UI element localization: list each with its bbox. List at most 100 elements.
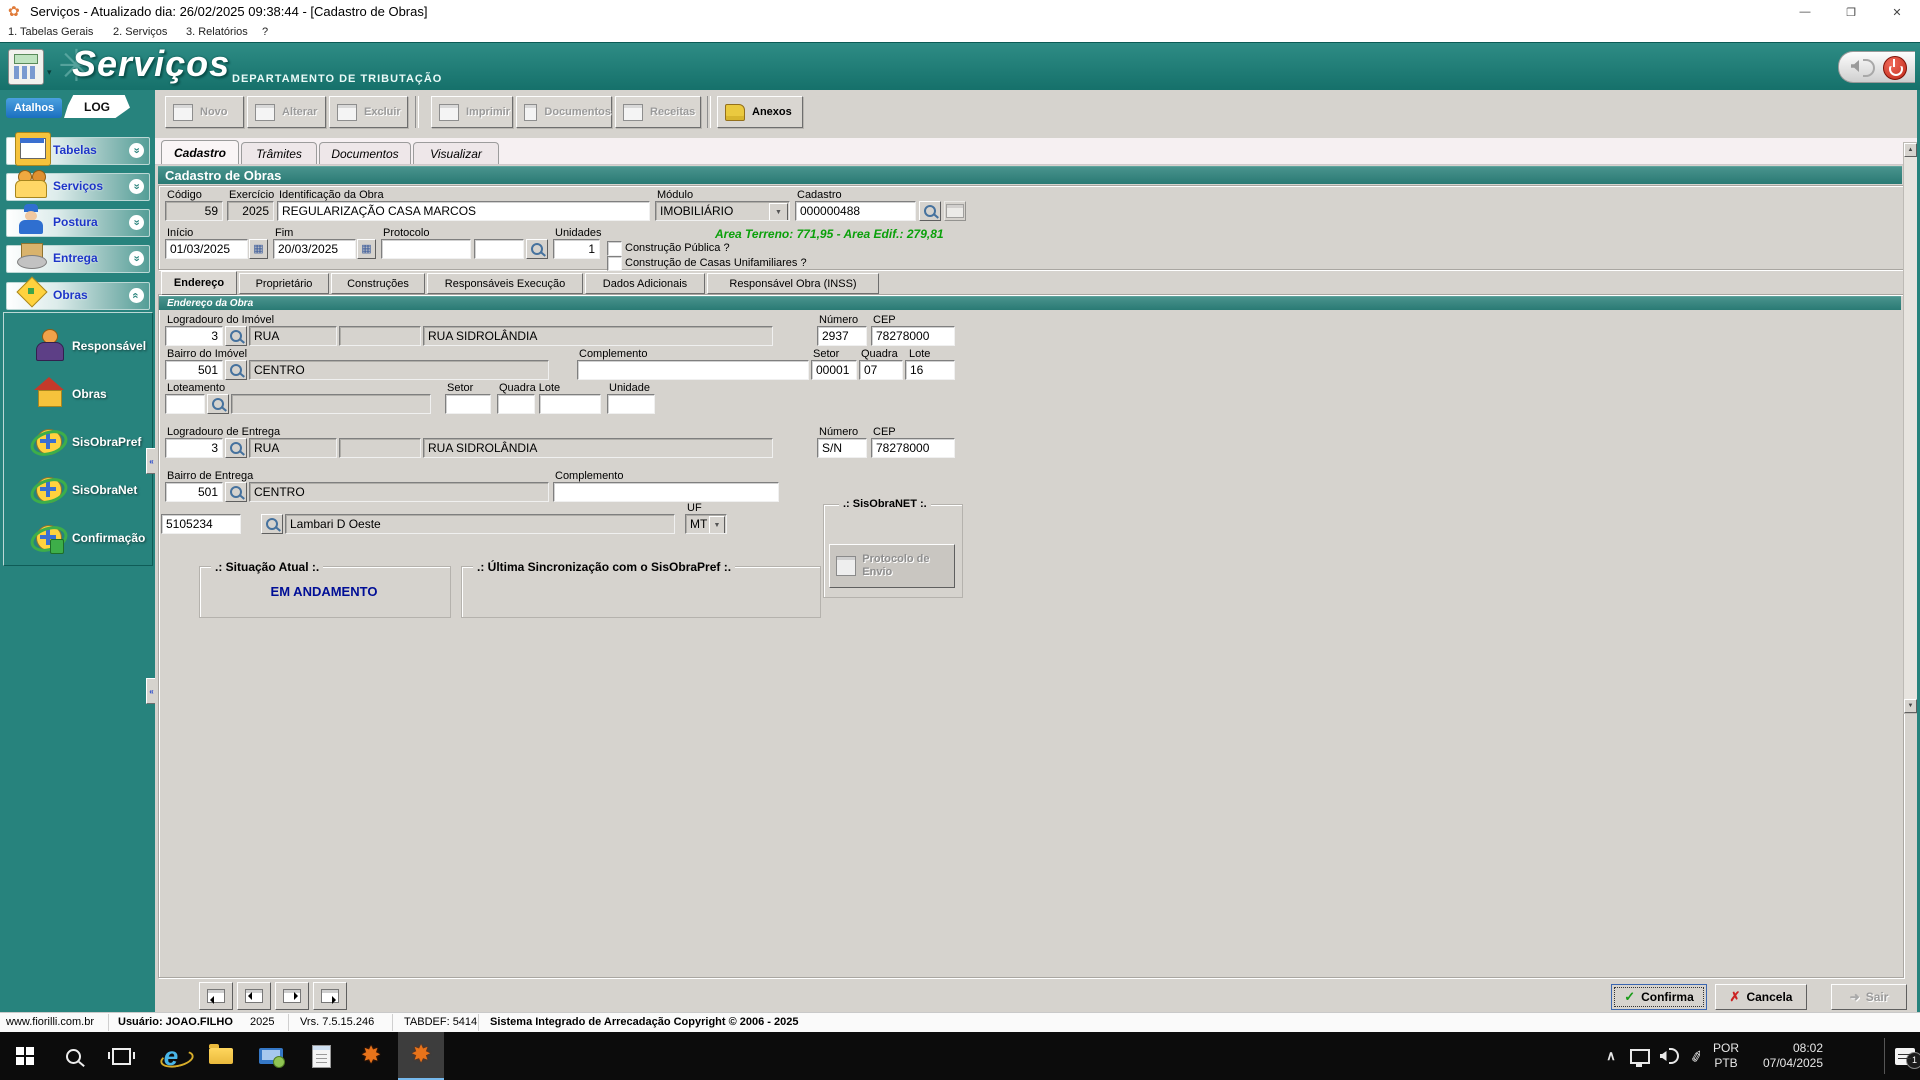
fiorilli-app-active-button[interactable]: ✸ [398,1032,444,1080]
chevron-down-icon[interactable]: » [129,251,144,266]
sidebar-item-confirmacao[interactable]: Confirmação [4,519,152,563]
chevron-down-icon[interactable]: » [129,143,144,158]
taskbar-search-button[interactable] [50,1032,96,1080]
tab-cadastro[interactable]: Cadastro [161,140,239,164]
quadra-field[interactable]: 07 [859,360,903,380]
clock[interactable]: 08:02 07/04/2025 [1748,1032,1838,1080]
bairro-entrega-codigo-field[interactable]: 501 [165,482,223,502]
vertical-scrollbar[interactable]: ▲ ▼ [1903,142,1918,714]
inicio-field[interactable]: 01/03/2025 [165,239,248,259]
tab-tramites[interactable]: Trâmites [241,142,317,164]
loteamento-search-button[interactable] [207,394,229,414]
numero-entrega-field[interactable]: S/N [817,438,867,458]
inicio-calendar-button[interactable]: ▦ [249,239,268,259]
subtab-proprietario[interactable]: Proprietário [239,273,329,294]
tray-expand-button[interactable]: ∧ [1598,1032,1624,1080]
menu-tabelas-gerais[interactable]: 1. Tabelas Gerais [8,26,93,38]
my-computer-button[interactable] [248,1032,294,1080]
task-view-button[interactable] [98,1032,144,1080]
cancela-button[interactable]: ✗ Cancela [1715,984,1807,1010]
sidebar-item-obras[interactable]: Obras » [6,282,150,310]
loteamento-quadra-field[interactable] [497,394,535,414]
setor-field[interactable]: 00001 [811,360,857,380]
fim-calendar-button[interactable]: ▦ [357,239,376,259]
identificacao-field[interactable]: REGULARIZAÇÃO CASA MARCOS [277,201,650,221]
volume-tray-icon[interactable] [1654,1032,1684,1080]
complemento-entrega-field[interactable] [553,482,779,502]
close-button[interactable]: ✕ [1874,0,1920,24]
subtab-construcoes[interactable]: Construções [331,273,425,294]
chevron-up-icon[interactable]: » [129,288,144,303]
protocolo-search-button[interactable] [526,239,548,259]
sidebar-item-tabelas[interactable]: Tabelas » [6,132,150,166]
sidebar-item-servicos[interactable]: Serviços » [6,170,150,201]
notes-app-button[interactable] [298,1032,344,1080]
sound-icon[interactable] [1851,60,1859,72]
tab-documentos[interactable]: Documentos [319,142,411,164]
previous-record-button[interactable] [237,982,271,1010]
minimize-button[interactable]: — [1782,0,1828,24]
menu-servicos[interactable]: 2. Serviços [113,26,167,38]
menu-help[interactable]: ? [262,26,268,38]
power-button[interactable] [1883,56,1907,80]
sidebar-item-entrega[interactable]: Entrega » [6,243,150,273]
fiorilli-app-button[interactable]: ✸ [348,1032,394,1080]
sidebar-item-sisobrapref[interactable]: SisObraPref [4,423,152,467]
anexos-button[interactable]: Anexos [717,96,803,128]
bairro-entrega-search-button[interactable] [225,482,247,502]
complemento-imovel-field[interactable] [577,360,809,380]
loteamento-codigo-field[interactable] [165,394,205,414]
dropdown-arrow-icon[interactable]: ▼ [709,516,725,533]
logradouro-imovel-search-button[interactable] [225,326,247,346]
subtab-responsaveis-execucao[interactable]: Responsáveis Execução [427,273,583,294]
internet-explorer-button[interactable]: e [148,1032,194,1080]
scroll-down-button[interactable]: ▼ [1904,699,1917,713]
maximize-button[interactable]: ❐ [1828,0,1874,24]
sidebar-tab-log[interactable]: LOG [64,95,130,118]
numero-imovel-field[interactable]: 2937 [817,326,867,346]
sidebar-tab-atalhos[interactable]: Atalhos [6,98,62,118]
cidade-search-button[interactable] [261,514,283,534]
unidades-field[interactable]: 1 [553,239,600,259]
logradouro-imovel-codigo-field[interactable]: 3 [165,326,223,346]
next-record-button[interactable] [275,982,309,1010]
protocolo-ano-field[interactable] [474,239,524,259]
chevron-down-icon[interactable]: » [129,179,144,194]
first-record-button[interactable] [199,982,233,1010]
construcao-publica-checkbox[interactable] [607,241,622,256]
casas-unifamiliares-checkbox[interactable] [607,256,622,271]
subtab-dados-adicionais[interactable]: Dados Adicionais [585,273,705,294]
network-tray-icon[interactable] [1626,1032,1654,1080]
fim-field[interactable]: 20/03/2025 [273,239,356,259]
loteamento-unidade-field[interactable] [607,394,655,414]
logradouro-entrega-search-button[interactable] [225,438,247,458]
subtab-responsavel-obra-inss[interactable]: Responsável Obra (INSS) [707,273,879,294]
menu-relatorios[interactable]: 3. Relatórios [186,26,248,38]
chevron-down-icon[interactable]: » [129,215,144,230]
last-record-button[interactable] [313,982,347,1010]
protocolo-field[interactable] [381,239,471,259]
lote-field[interactable]: 16 [905,360,955,380]
scroll-up-button[interactable]: ▲ [1904,143,1917,157]
tab-visualizar[interactable]: Visualizar [413,142,499,164]
sidebar-item-obras-sub[interactable]: Obras [4,375,152,419]
loteamento-setor-field[interactable] [445,394,491,414]
loteamento-lote-field[interactable] [539,394,601,414]
cadastro-field[interactable]: 000000488 [795,201,916,221]
sidebar-item-sisobranet[interactable]: SisObraNet [4,471,152,515]
cep-imovel-field[interactable]: 78278000 [871,326,955,346]
start-button[interactable] [2,1032,48,1080]
sidebar-item-postura[interactable]: Postura » [6,204,150,237]
file-explorer-button[interactable] [198,1032,244,1080]
language-indicator[interactable]: POR PTB [1706,1032,1746,1080]
subtab-endereco[interactable]: Endereço [161,271,237,295]
confirma-button[interactable]: ✓ Confirma [1611,984,1707,1010]
logradouro-entrega-codigo-field[interactable]: 3 [165,438,223,458]
notification-center-button[interactable]: 1 [1890,1032,1920,1080]
uf-select[interactable]: MT ▼ [685,514,727,534]
cidade-codigo-field[interactable]: 5105234 [161,514,241,534]
dropdown-arrow-icon[interactable]: ▼ [769,203,788,220]
bairro-imovel-search-button[interactable] [225,360,247,380]
cep-entrega-field[interactable]: 78278000 [871,438,955,458]
sidebar-item-responsavel[interactable]: Responsável [4,327,152,371]
